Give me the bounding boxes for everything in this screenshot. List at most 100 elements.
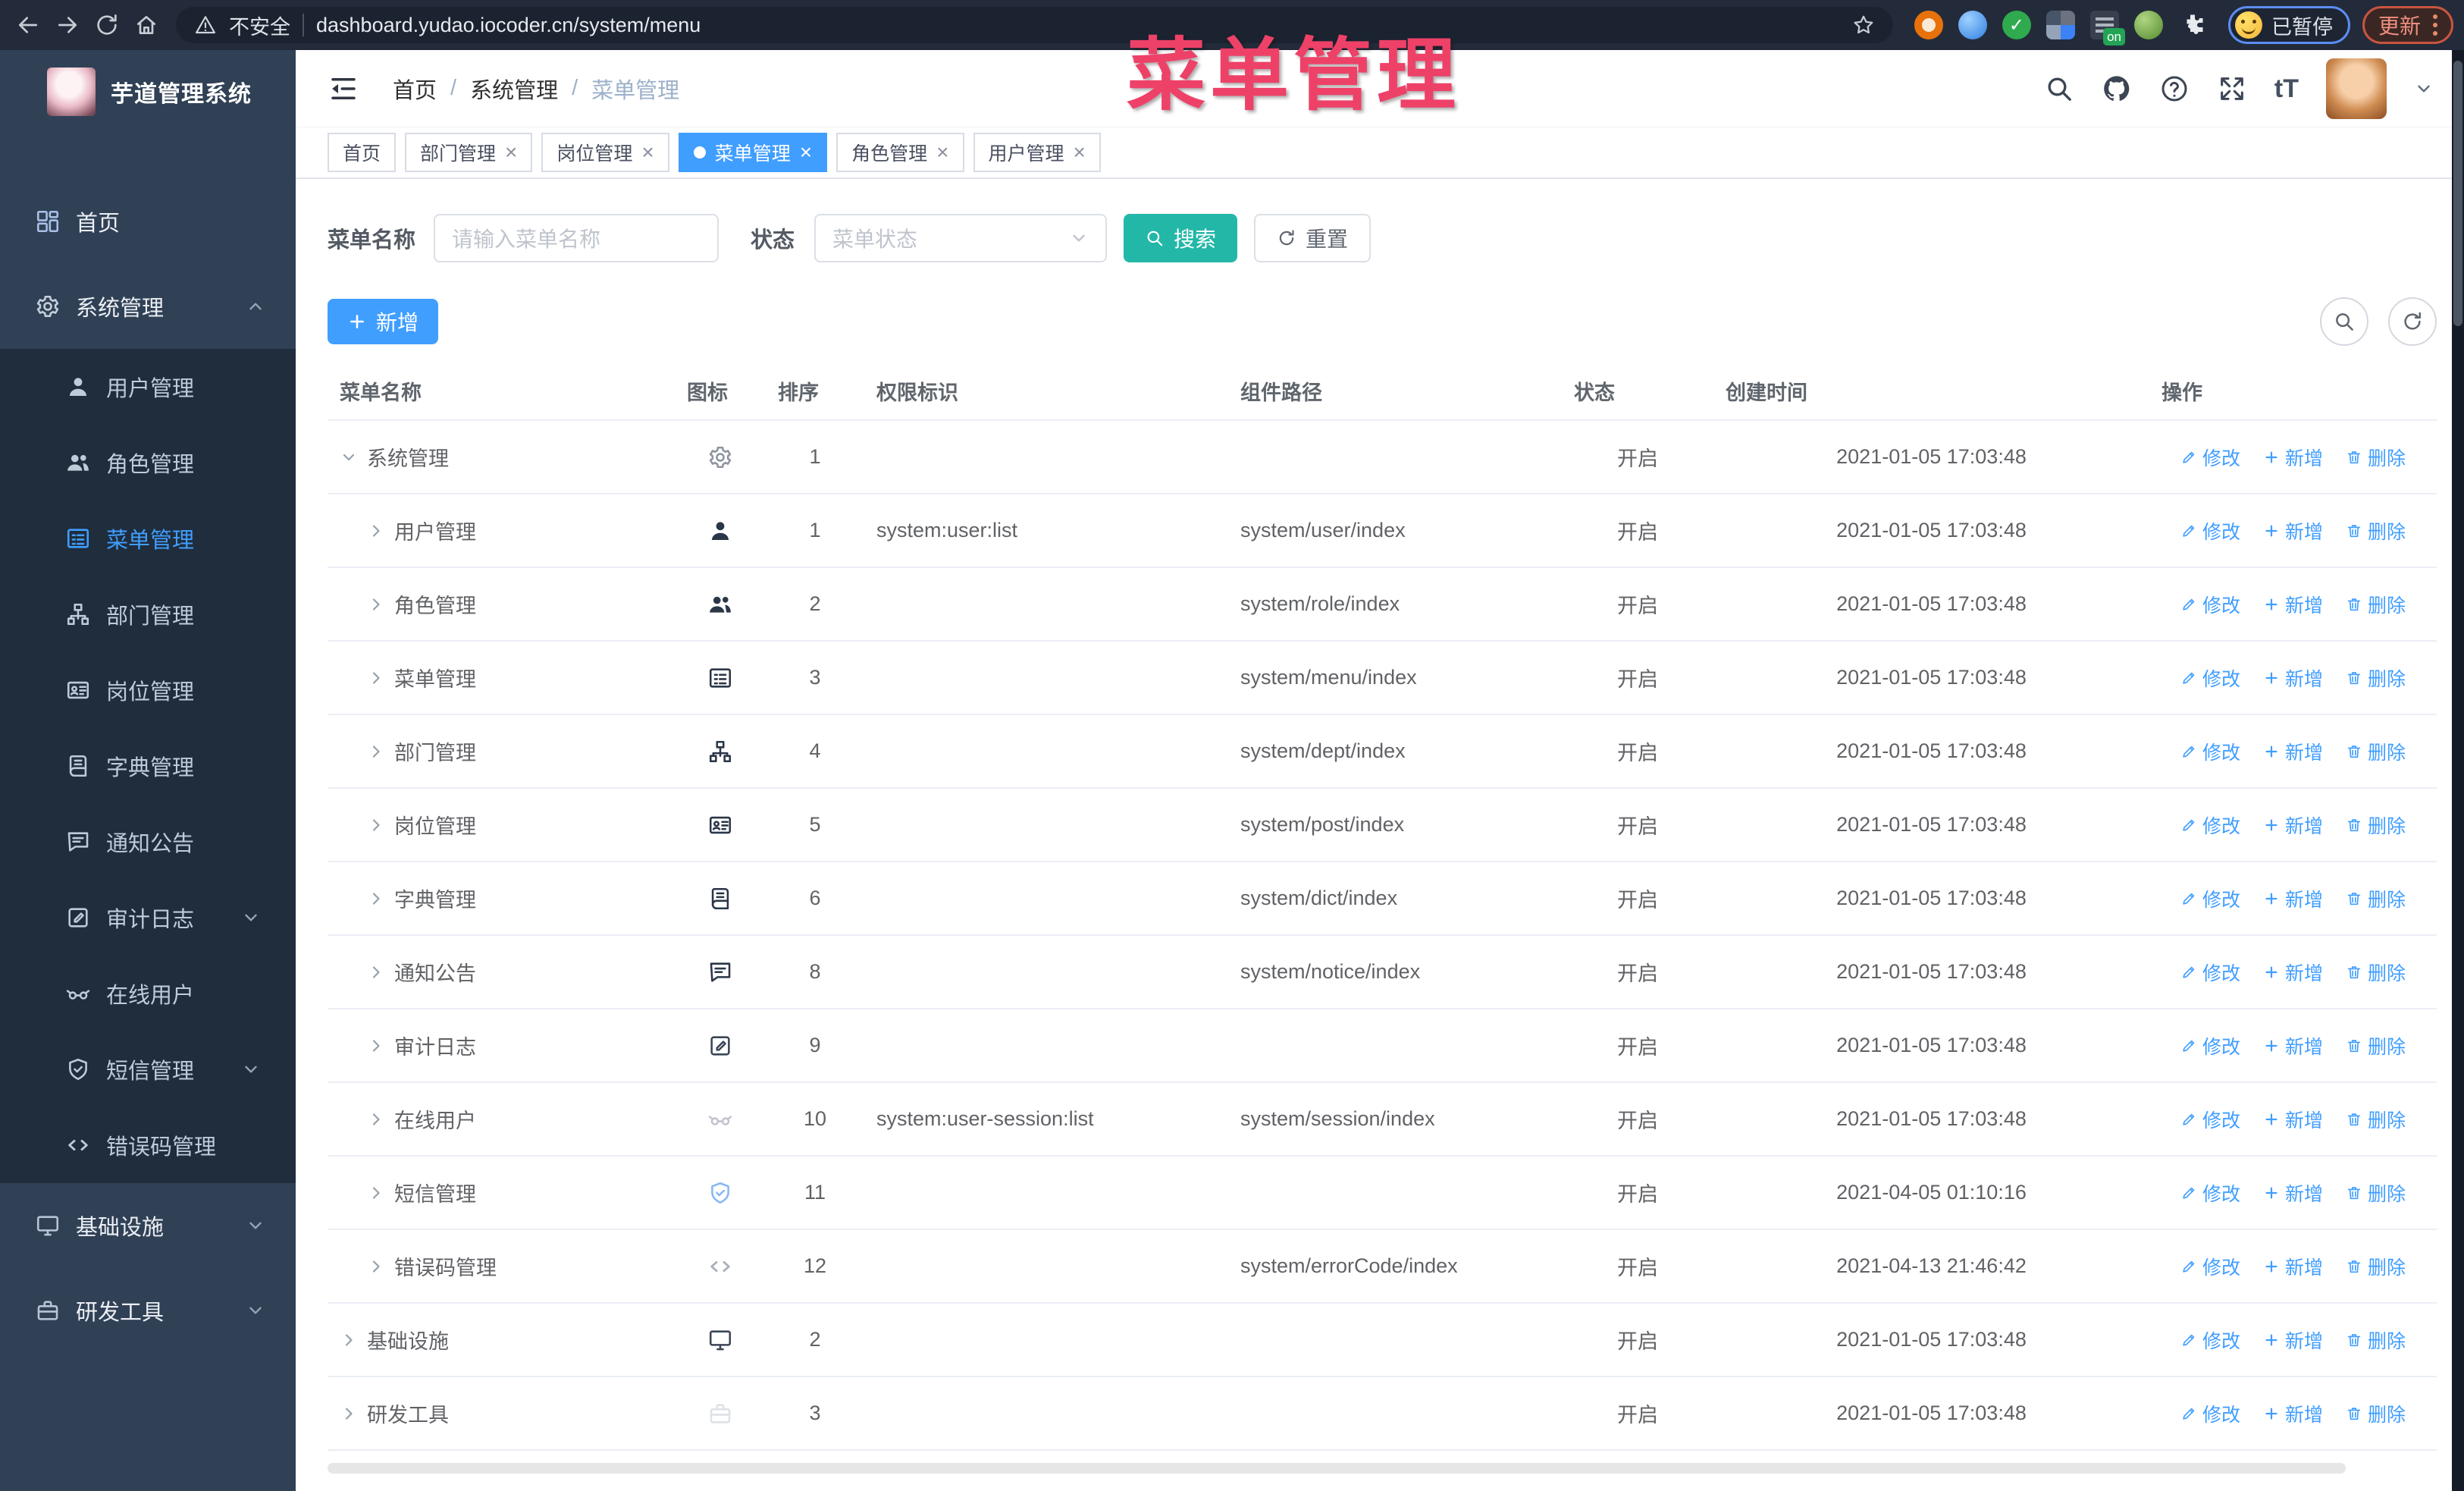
- edit-link[interactable]: 修改: [2180, 1400, 2240, 1427]
- add-link[interactable]: 新增: [2263, 1253, 2323, 1280]
- close-icon[interactable]: ×: [1074, 142, 1086, 163]
- table-row[interactable]: 用户管理 1 system:user:list system/user/index 开启…: [328, 494, 2437, 568]
- tab-角色管理[interactable]: 角色管理 ×: [836, 133, 964, 172]
- help-icon[interactable]: [2159, 74, 2190, 104]
- browser-forward-button[interactable]: [50, 8, 85, 42]
- sidebar-item-0[interactable]: 用户管理: [0, 349, 296, 425]
- edit-link[interactable]: 修改: [2180, 1326, 2240, 1354]
- address-bar[interactable]: 不安全 dashboard.yudao.iocoder.cn/system/me…: [176, 7, 1893, 43]
- refresh-table-button[interactable]: [2388, 297, 2437, 346]
- delete-link[interactable]: 删除: [2346, 1179, 2406, 1207]
- delete-link[interactable]: 删除: [2346, 1400, 2406, 1427]
- table-row[interactable]: 基础设施 2 开启 2021-01-05 17:03:48 修改 新增 删除: [328, 1303, 2437, 1377]
- tab-首页[interactable]: 首页: [328, 133, 397, 172]
- delete-link[interactable]: 删除: [2346, 885, 2406, 912]
- browser-update-button[interactable]: 更新: [2362, 6, 2453, 44]
- delete-link[interactable]: 删除: [2346, 1032, 2406, 1059]
- ext-gem[interactable]: [1958, 11, 1987, 39]
- sidebar-item-7[interactable]: 审计日志: [0, 880, 296, 956]
- delete-link[interactable]: 删除: [2346, 738, 2406, 765]
- table-row[interactable]: 菜单管理 3 system/menu/index 开启 2021-01-05 17:03…: [328, 641, 2437, 715]
- sidebar-item-1[interactable]: 角色管理: [0, 425, 296, 501]
- tab-用户管理[interactable]: 用户管理 ×: [973, 133, 1101, 172]
- table-row[interactable]: 在线用户 10 system:user-session:list system/ses…: [328, 1082, 2437, 1157]
- ext-grid[interactable]: [2045, 11, 2075, 39]
- menu-name-input[interactable]: 请输入菜单名称: [434, 214, 719, 262]
- table-row[interactable]: 字典管理 6 system/dict/index 开启 2021-01-05 17:03…: [328, 862, 2437, 936]
- table-row[interactable]: 错误码管理 12 system/errorCode/index 开启 2021-04-1…: [328, 1229, 2437, 1304]
- table-row[interactable]: 审计日志 9 开启 2021-01-05 17:03:48 修改 新增 删除: [328, 1009, 2437, 1083]
- sidebar-item-group-1[interactable]: 系统管理: [0, 264, 296, 349]
- add-link[interactable]: 新增: [2263, 738, 2323, 765]
- add-link[interactable]: 新增: [2263, 444, 2323, 471]
- search-icon[interactable]: [2044, 74, 2074, 104]
- sidebar-collapse-icon[interactable]: [328, 73, 359, 105]
- table-row[interactable]: 角色管理 2 system/role/index 开启 2021-01-05 17:03…: [328, 567, 2437, 642]
- status-select[interactable]: 菜单状态: [814, 214, 1108, 262]
- delete-link[interactable]: 删除: [2346, 591, 2406, 618]
- sidebar-item-8[interactable]: 在线用户: [0, 956, 296, 1031]
- font-size-icon[interactable]: tT: [2274, 74, 2299, 104]
- edit-link[interactable]: 修改: [2180, 738, 2240, 765]
- tab-菜单管理[interactable]: 菜单管理 ×: [678, 133, 828, 172]
- sidebar-item-4[interactable]: 岗位管理: [0, 652, 296, 728]
- edit-link[interactable]: 修改: [2180, 517, 2240, 545]
- search-button[interactable]: 搜索: [1124, 214, 1238, 262]
- toggle-search-button[interactable]: [2320, 297, 2368, 346]
- edit-link[interactable]: 修改: [2180, 1032, 2240, 1059]
- delete-link[interactable]: 删除: [2346, 444, 2406, 471]
- browser-back-button[interactable]: [11, 8, 45, 42]
- tab-部门管理[interactable]: 部门管理 ×: [405, 133, 533, 172]
- edit-link[interactable]: 修改: [2180, 1106, 2240, 1133]
- add-link[interactable]: 新增: [2263, 1032, 2323, 1059]
- delete-link[interactable]: 删除: [2346, 959, 2406, 986]
- edit-link[interactable]: 修改: [2180, 885, 2240, 912]
- sidebar-item-group-3[interactable]: 研发工具: [0, 1268, 296, 1353]
- browser-home-button[interactable]: [129, 8, 164, 42]
- sidebar-item-6[interactable]: 通知公告: [0, 804, 296, 880]
- table-row[interactable]: 部门管理 4 system/dept/index 开启 2021-01-05 17:03…: [328, 714, 2437, 789]
- edit-link[interactable]: 修改: [2180, 664, 2240, 692]
- add-button[interactable]: 新增: [328, 299, 439, 344]
- add-link[interactable]: 新增: [2263, 591, 2323, 618]
- reset-button[interactable]: 重置: [1254, 214, 1372, 262]
- add-link[interactable]: 新增: [2263, 517, 2323, 545]
- close-icon[interactable]: ×: [800, 142, 812, 163]
- fullscreen-icon[interactable]: [2217, 74, 2247, 104]
- delete-link[interactable]: 删除: [2346, 1326, 2406, 1354]
- chevron-down-icon[interactable]: [2414, 79, 2434, 99]
- sidebar-item-2[interactable]: 菜单管理: [0, 501, 296, 576]
- add-link[interactable]: 新增: [2263, 885, 2323, 912]
- browser-reload-button[interactable]: [89, 8, 124, 42]
- sidebar-item-9[interactable]: 短信管理: [0, 1031, 296, 1107]
- ext-check[interactable]: ✓: [2002, 11, 2031, 39]
- add-link[interactable]: 新增: [2263, 1400, 2323, 1427]
- add-link[interactable]: 新增: [2263, 664, 2323, 692]
- edit-link[interactable]: 修改: [2180, 959, 2240, 986]
- edit-link[interactable]: 修改: [2180, 591, 2240, 618]
- delete-link[interactable]: 删除: [2346, 1253, 2406, 1280]
- bookmark-star-icon[interactable]: [1852, 14, 1875, 36]
- close-icon[interactable]: ×: [936, 142, 948, 163]
- user-avatar[interactable]: [2326, 58, 2387, 119]
- edit-link[interactable]: 修改: [2180, 811, 2240, 839]
- close-icon[interactable]: ×: [641, 142, 654, 163]
- github-icon[interactable]: [2102, 74, 2132, 104]
- tab-岗位管理[interactable]: 岗位管理 ×: [541, 133, 669, 172]
- delete-link[interactable]: 删除: [2346, 1106, 2406, 1133]
- delete-link[interactable]: 删除: [2346, 517, 2406, 545]
- browser-profile-chip[interactable]: 已暂停: [2227, 6, 2350, 44]
- table-row[interactable]: 系统管理 1 开启 2021-01-05 17:03:48 修改 新增 删除: [328, 420, 2437, 494]
- ext-puzzle[interactable]: [2178, 11, 2207, 39]
- add-link[interactable]: 新增: [2263, 1179, 2323, 1207]
- add-link[interactable]: 新增: [2263, 959, 2323, 986]
- page-scrollbar[interactable]: [2452, 50, 2464, 1491]
- add-link[interactable]: 新增: [2263, 1326, 2323, 1354]
- sidebar-item-10[interactable]: 错误码管理: [0, 1107, 296, 1183]
- sidebar-item-home[interactable]: 首页: [0, 179, 296, 264]
- edit-link[interactable]: 修改: [2180, 1179, 2240, 1207]
- edit-link[interactable]: 修改: [2180, 1253, 2240, 1280]
- delete-link[interactable]: 删除: [2346, 811, 2406, 839]
- table-row[interactable]: 研发工具 3 开启 2021-01-05 17:03:48 修改 新增 删除: [328, 1376, 2437, 1451]
- table-row[interactable]: 通知公告 8 system/notice/index 开启 2021-01-05 17:…: [328, 935, 2437, 1009]
